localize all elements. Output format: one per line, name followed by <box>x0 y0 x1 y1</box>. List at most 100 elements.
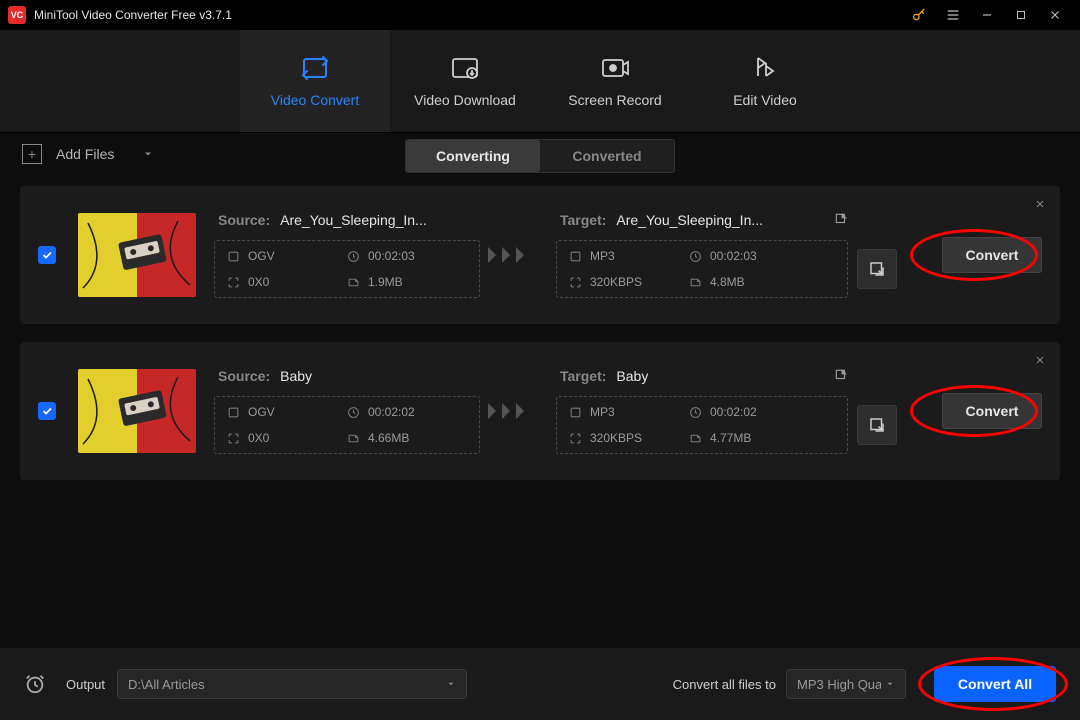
conversion-state-tabs: Converting Converted <box>405 139 675 173</box>
close-button[interactable] <box>1038 0 1072 30</box>
convert-all-format-select[interactable]: MP3 High Quality <box>786 669 906 699</box>
check-icon <box>41 249 53 261</box>
tab-screen-record[interactable]: Screen Record <box>540 30 690 132</box>
remove-item-button[interactable] <box>1034 198 1046 210</box>
target-filename: Baby <box>616 368 648 384</box>
source-resolution: 0X0 <box>248 275 269 289</box>
convert-button[interactable]: Convert <box>942 237 1042 273</box>
schedule-icon[interactable] <box>24 673 46 695</box>
chevron-down-icon <box>885 679 895 689</box>
bitrate-icon <box>569 432 582 445</box>
tab-converting[interactable]: Converting <box>406 140 540 172</box>
tab-video-convert[interactable]: Video Convert <box>240 30 390 132</box>
check-icon <box>41 405 53 417</box>
tab-label: Screen Record <box>568 92 661 108</box>
download-icon <box>450 54 480 82</box>
app-logo: VC <box>8 6 26 24</box>
convert-icon <box>300 54 330 82</box>
tab-label: Edit Video <box>733 92 797 108</box>
upgrade-key-icon[interactable] <box>902 0 936 30</box>
output-settings-button[interactable] <box>857 405 897 445</box>
bitrate-icon <box>569 276 582 289</box>
app-title: MiniTool Video Converter Free v3.7.1 <box>34 8 232 22</box>
target-filename: Are_You_Sleeping_In... <box>616 212 763 228</box>
remove-item-button[interactable] <box>1034 354 1046 366</box>
edit-target-icon[interactable] <box>834 368 848 384</box>
convert-all-label: Convert all files to <box>673 677 776 692</box>
tab-label: Video Convert <box>271 92 359 108</box>
tab-label: Video Download <box>414 92 516 108</box>
tab-video-download[interactable]: Video Download <box>390 30 540 132</box>
output-settings-button[interactable] <box>857 249 897 289</box>
chevron-down-icon <box>446 679 456 689</box>
target-bitrate: 320KBPS <box>590 275 642 289</box>
main-tabs: Video Convert Video Download Screen Reco… <box>0 30 1080 132</box>
source-format: OGV <box>248 249 275 263</box>
target-format: MP3 <box>590 249 615 263</box>
clock-icon <box>689 406 702 419</box>
target-size: 4.77MB <box>710 431 751 445</box>
source-size: 1.9MB <box>368 275 403 289</box>
edit-icon <box>752 54 778 82</box>
convert-button[interactable]: Convert <box>942 393 1042 429</box>
target-duration: 00:02:03 <box>710 249 757 263</box>
resolution-icon <box>227 276 240 289</box>
convert-all-button[interactable]: Convert All <box>934 666 1056 702</box>
source-format: OGV <box>248 405 275 419</box>
output-label: Output <box>66 677 105 692</box>
thumbnail <box>78 213 196 297</box>
source-block: Source: Are_You_Sleeping_In... OGV 00:02… <box>214 212 480 298</box>
clock-icon <box>347 250 360 263</box>
filesize-icon <box>689 432 702 445</box>
clock-icon <box>689 250 702 263</box>
filesize-icon <box>347 432 360 445</box>
source-block: Source: Baby OGV 00:02:02 0X0 4.66MB <box>214 368 480 454</box>
convert-all-value: MP3 High Quality <box>797 677 881 692</box>
target-label: Target: <box>560 212 606 228</box>
format-icon <box>569 406 582 419</box>
tab-converted[interactable]: Converted <box>540 140 674 172</box>
source-duration: 00:02:02 <box>368 405 415 419</box>
source-duration: 00:02:03 <box>368 249 415 263</box>
record-icon <box>600 54 630 82</box>
target-bitrate: 320KBPS <box>590 431 642 445</box>
chevron-down-icon <box>142 148 154 160</box>
file-list: Source: Are_You_Sleeping_In... OGV 00:02… <box>0 174 1080 480</box>
target-duration: 00:02:02 <box>710 405 757 419</box>
add-files-label: Add Files <box>56 146 114 162</box>
format-icon <box>227 406 240 419</box>
item-checkbox[interactable] <box>38 402 56 420</box>
file-card: Source: Are_You_Sleeping_In... OGV 00:02… <box>20 186 1060 324</box>
target-format: MP3 <box>590 405 615 419</box>
output-path-select[interactable]: D:\All Articles <box>117 669 467 699</box>
clock-icon <box>347 406 360 419</box>
resolution-icon <box>227 432 240 445</box>
target-size: 4.8MB <box>710 275 745 289</box>
source-label: Source: <box>218 212 270 228</box>
source-label: Source: <box>218 368 270 384</box>
output-path-value: D:\All Articles <box>128 677 205 692</box>
format-icon <box>569 250 582 263</box>
tab-edit-video[interactable]: Edit Video <box>690 30 840 132</box>
target-label: Target: <box>560 368 606 384</box>
filesize-icon <box>689 276 702 289</box>
item-checkbox[interactable] <box>38 246 56 264</box>
target-block: Target: Are_You_Sleeping_In... MP3 00:02… <box>556 212 848 298</box>
source-filename: Baby <box>280 368 312 384</box>
source-resolution: 0X0 <box>248 431 269 445</box>
thumbnail <box>78 369 196 453</box>
toolbar: + Add Files Converting Converted <box>0 132 1080 174</box>
file-card: Source: Baby OGV 00:02:02 0X0 4.66MB Tar… <box>20 342 1060 480</box>
source-filename: Are_You_Sleeping_In... <box>280 212 427 228</box>
arrow-icon <box>480 401 538 421</box>
footer: Output D:\All Articles Convert all files… <box>0 648 1080 720</box>
minimize-button[interactable] <box>970 0 1004 30</box>
maximize-button[interactable] <box>1004 0 1038 30</box>
menu-icon[interactable] <box>936 0 970 30</box>
format-icon <box>227 250 240 263</box>
filesize-icon <box>347 276 360 289</box>
add-files-button[interactable]: + Add Files <box>0 133 176 175</box>
edit-target-icon[interactable] <box>834 212 848 228</box>
plus-icon: + <box>22 144 42 164</box>
source-size: 4.66MB <box>368 431 409 445</box>
